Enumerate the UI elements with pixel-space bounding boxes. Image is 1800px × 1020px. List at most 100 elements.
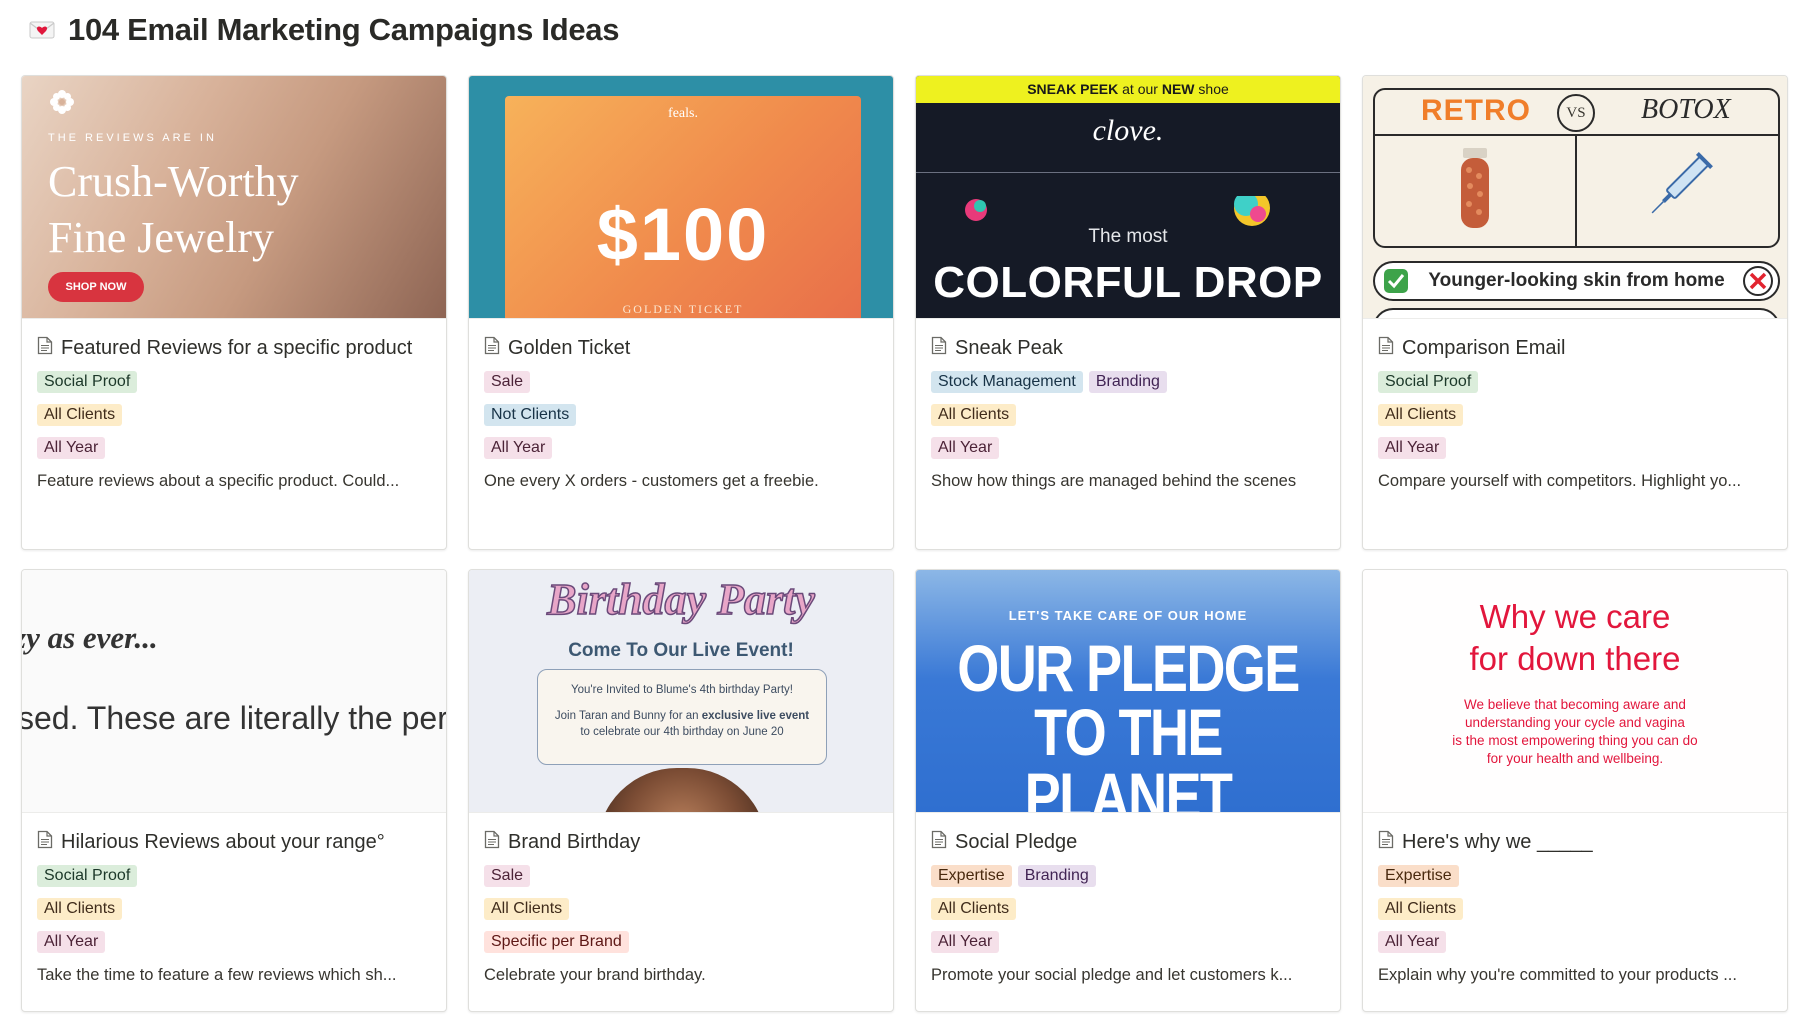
cover-line: zy as ever... bbox=[22, 620, 158, 655]
cover-claim-row bbox=[1373, 308, 1780, 318]
cover-invite-box: You're Invited to Blume's 4th birthday P… bbox=[537, 669, 827, 765]
card-title: Golden Ticket bbox=[508, 337, 631, 359]
cover-banner-part: at our bbox=[1118, 81, 1162, 97]
card-cover-image: Birthday Party Come To Our Live Event! Y… bbox=[469, 570, 893, 813]
tag-audience: All Clients bbox=[37, 404, 123, 426]
gallery-grid: THE REVIEWS ARE IN Crush-Worthy Fine Jew… bbox=[21, 75, 1788, 1012]
cover-body-line: understanding your cycle and vagina bbox=[1465, 715, 1685, 730]
tag-list: All Clients bbox=[931, 898, 1325, 920]
card-title-row: Featured Reviews for a specific product bbox=[37, 333, 431, 363]
cover-body-line: is the most empowering thing you can do bbox=[1452, 733, 1698, 748]
tag-audience: All Clients bbox=[931, 404, 1017, 426]
tag-audience: All Clients bbox=[37, 898, 123, 920]
card-cover-image: THE REVIEWS ARE IN Crush-Worthy Fine Jew… bbox=[22, 76, 446, 319]
page-header: 104 Email Marketing Campaigns Ideas bbox=[28, 10, 619, 50]
card-cover-image: LET'S TAKE CARE OF OUR HOME OUR PLEDGE T… bbox=[916, 570, 1340, 813]
card-description: Celebrate your brand birthday. bbox=[484, 966, 706, 984]
cover-body-line: for your health and wellbeing. bbox=[1486, 751, 1664, 766]
cover-line: sed. These are literally the per bbox=[22, 700, 446, 736]
cover-invite-part: exclusive live event bbox=[701, 710, 810, 722]
gallery-card-heres-why-we[interactable]: Why we care for down there We believe th… bbox=[1362, 569, 1788, 1012]
cover-invite-details: Join Taran and Bunny for an exclusive li… bbox=[546, 708, 818, 724]
card-body: Golden Ticket Sale Not Clients All Year … bbox=[469, 319, 893, 492]
card-description: Feature reviews about a specific product… bbox=[37, 472, 400, 490]
card-description: Promote your social pledge and let custo… bbox=[931, 966, 1293, 984]
cover-shop-now-button: SHOP NOW bbox=[48, 272, 144, 302]
card-title: Hilarious Reviews about your range° bbox=[61, 831, 385, 853]
gallery-card-golden-ticket[interactable]: feals. $100 GOLDEN TICKET Golden Ticket … bbox=[468, 75, 894, 550]
cover-right-label: BOTOX bbox=[1641, 94, 1731, 125]
cover-banner: SNEAK PEEK at our NEW shoe bbox=[916, 76, 1340, 103]
cover-big-text: COLORFUL DROP bbox=[933, 258, 1323, 307]
card-title-row: Here's why we _____ bbox=[1378, 827, 1772, 857]
tag-audience: All Clients bbox=[1378, 404, 1464, 426]
cover-banner-part: SNEAK PEEK bbox=[1027, 81, 1119, 97]
tag-timing: All Year bbox=[1378, 437, 1447, 459]
cover-body: We believe that becoming aware and under… bbox=[1363, 696, 1787, 768]
capsule-jar-icon bbox=[1461, 148, 1489, 228]
tag-timing: All Year bbox=[484, 437, 553, 459]
card-description: Show how things are managed behind the s… bbox=[931, 472, 1297, 490]
cover-lead: The most bbox=[1088, 226, 1168, 247]
tag-category: Sale bbox=[484, 371, 531, 393]
cover-kicker: LET'S TAKE CARE OF OUR HOME bbox=[1008, 608, 1248, 623]
gallery-card-social-pledge[interactable]: LET'S TAKE CARE OF OUR HOME OUR PLEDGE T… bbox=[915, 569, 1341, 1012]
cover-headline-line: TO THE PLANET bbox=[1024, 695, 1233, 813]
tag-list: All Year bbox=[37, 931, 431, 953]
gallery-card-sneak-peak[interactable]: SNEAK PEEK at our NEW shoe clove. The mo… bbox=[915, 75, 1341, 550]
cover-headline-line: OUR PLEDGE bbox=[957, 631, 1300, 705]
tag-category: Branding bbox=[1017, 865, 1096, 887]
card-body: Here's why we _____ Expertise All Client… bbox=[1363, 813, 1787, 986]
gallery-card-brand-birthday[interactable]: Birthday Party Come To Our Live Event! Y… bbox=[468, 569, 894, 1012]
tag-list: Expertise Branding bbox=[931, 865, 1325, 887]
flower-logo-icon bbox=[50, 90, 74, 114]
card-body: Featured Reviews for a specific product … bbox=[22, 319, 446, 492]
card-title-row: Brand Birthday bbox=[484, 827, 878, 857]
cover-claim: Younger-looking skin from home bbox=[1428, 270, 1725, 291]
tag-timing: All Year bbox=[931, 437, 1000, 459]
tag-category: Social Proof bbox=[37, 371, 138, 393]
cover-script-title: Birthday Party bbox=[546, 574, 815, 625]
page-document-icon bbox=[484, 830, 500, 849]
page-document-icon bbox=[37, 336, 53, 355]
tag-timing: All Year bbox=[37, 437, 106, 459]
tag-list: All Year bbox=[1378, 437, 1772, 459]
tag-list: All Year bbox=[931, 437, 1325, 459]
tag-list: All Clients bbox=[1378, 404, 1772, 426]
card-body: Brand Birthday Sale All Clients Specific… bbox=[469, 813, 893, 986]
tag-audience: All Clients bbox=[1378, 898, 1464, 920]
card-cover-image: SNEAK PEEK at our NEW shoe clove. The mo… bbox=[916, 76, 1340, 319]
tag-category: Social Proof bbox=[37, 865, 138, 887]
cover-invite-line: to celebrate our 4th birthday on June 20 bbox=[580, 726, 784, 738]
tag-audience: Not Clients bbox=[484, 404, 577, 426]
card-cover-image: RETRO VS BOTOX Younger-looking skin from… bbox=[1363, 76, 1787, 319]
cover-headline-line: Crush-Worthy bbox=[48, 157, 299, 206]
card-body: Hilarious Reviews about your range° Soci… bbox=[22, 813, 446, 986]
tag-timing: Specific per Brand bbox=[484, 931, 629, 953]
page-document-icon bbox=[931, 336, 947, 355]
tag-list: All Year bbox=[931, 931, 1325, 953]
cover-headline: Crush-Worthy Fine Jewelry bbox=[48, 154, 299, 266]
card-cover-image: Why we care for down there We believe th… bbox=[1363, 570, 1787, 813]
gallery-card-hilarious-reviews[interactable]: zy as ever... sed. These are literally t… bbox=[21, 569, 447, 1012]
tag-list: Sale bbox=[484, 371, 878, 393]
tag-list: All Clients bbox=[37, 898, 431, 920]
tag-audience: All Clients bbox=[931, 898, 1017, 920]
cover-heading: Why we care for down there bbox=[1363, 596, 1787, 680]
card-body: Social Pledge Expertise Branding All Cli… bbox=[916, 813, 1340, 986]
cover-invite-part: Join Taran and Bunny for an bbox=[554, 710, 702, 722]
cover-invite-line: You're Invited to Blume's 4th birthday P… bbox=[571, 684, 793, 696]
card-title-row: Sneak Peak bbox=[931, 333, 1325, 363]
gallery-card-featured-reviews[interactable]: THE REVIEWS ARE IN Crush-Worthy Fine Jew… bbox=[21, 75, 447, 550]
gallery-card-comparison-email[interactable]: RETRO VS BOTOX Younger-looking skin from… bbox=[1362, 75, 1788, 550]
tag-timing: All Year bbox=[1378, 931, 1447, 953]
tag-category: Expertise bbox=[931, 865, 1012, 887]
card-description: Explain why you're committed to your pro… bbox=[1378, 966, 1737, 984]
close-icon bbox=[1743, 266, 1773, 296]
tag-list: All Year bbox=[37, 437, 431, 459]
cover-vs-badge: VS bbox=[1557, 94, 1595, 132]
tag-list: Social Proof bbox=[37, 865, 431, 887]
card-title: Brand Birthday bbox=[508, 831, 641, 853]
cover-banner-part: shoe bbox=[1194, 81, 1229, 97]
card-title: Sneak Peak bbox=[955, 337, 1063, 359]
